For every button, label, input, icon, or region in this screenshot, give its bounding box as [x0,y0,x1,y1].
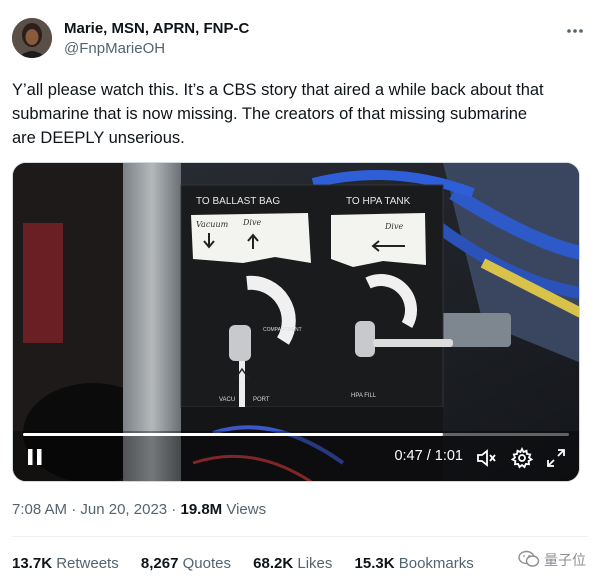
meta-separator: · [167,501,181,518]
author-display-name[interactable]: Marie, MSN, APRN, FNP-C [64,20,249,37]
tweet-date[interactable]: Jun 20, 2023 [80,501,167,518]
settings-gear-icon[interactable] [510,446,534,469]
video-controls: 0:47 / 1:01 [13,427,579,481]
stat-label: Quotes [178,555,231,572]
watermark-text: 量子位 [544,552,586,568]
mute-icon[interactable] [475,447,497,469]
video-progress-fill [23,433,444,436]
stat-label: Bookmarks [394,555,474,572]
fullscreen-icon[interactable] [545,447,567,469]
avatar[interactable] [12,18,52,58]
video-time-separator: / [422,448,435,464]
meta-separator: · [67,501,81,518]
watermark: 量子位 [518,548,586,572]
svg-text:Vacuum: Vacuum [196,220,229,229]
stat-number: 15.3K [354,555,395,572]
divider [12,536,588,537]
tweet-stats: 13.7K Retweets 8,267 Quotes 68.2K Likes … [12,555,492,575]
retweets-stat[interactable]: 13.7K Retweets [12,555,119,572]
more-horizontal-icon[interactable] [564,20,586,42]
video-duration: 1:01 [434,448,463,464]
svg-text:Dive: Dive [384,222,403,231]
tweet-card: Marie, MSN, APRN, FNP-C @FnpMarieOH Y’al… [0,0,600,582]
stat-number: 13.7K [12,555,53,572]
bookmarks-stat[interactable]: 15.3K Bookmarks [355,555,474,572]
views-count: 19.8M [180,501,223,518]
svg-text:HPA FILL: HPA FILL [351,393,377,399]
stat-label: Retweets [52,555,119,572]
stat-number: 68.2K [253,555,294,572]
svg-text:PORT: PORT [253,397,270,403]
stat-number: 8,267 [140,555,179,572]
panel-label-hpa: TO HPA TANK [346,196,411,207]
tweet-header: Marie, MSN, APRN, FNP-C @FnpMarieOH [12,18,588,62]
panel-label-ballast: TO BALLAST BAG [196,196,280,207]
svg-text:Dive: Dive [242,218,261,227]
video-time: 0:47 / 1:01 [394,448,463,464]
quotes-stat[interactable]: 8,267 Quotes [141,555,231,572]
views-label: Views [222,501,267,518]
stat-label: Likes [293,555,333,572]
tweet-text-line: Y’all please watch this. It’s a CBS stor… [12,81,544,99]
svg-text:COMPARTMENT: COMPARTMENT [263,327,302,333]
likes-stat[interactable]: 68.2K Likes [253,555,332,572]
video-progress-bar[interactable] [23,433,569,436]
tweet-text-line: are DEEPLY unserious. [12,129,185,147]
tweet-time[interactable]: 7:08 AM [12,501,67,518]
video-player[interactable]: TO BALLAST BAG TO HPA TANK Vacuum Dive D… [12,162,580,482]
tweet-meta: 7:08 AM · Jun 20, 2023 · 19.8M Views [12,501,266,521]
author-handle[interactable]: @FnpMarieOH [64,40,165,57]
tweet-text: Y’all please watch this. It’s a CBS stor… [12,78,588,150]
svg-text:VACU: VACU [219,397,235,403]
wechat-icon [518,550,540,571]
pause-icon[interactable] [25,447,45,467]
video-current-time: 0:47 [394,448,423,464]
tweet-text-line: submarine that is now missing. The creat… [12,105,528,123]
